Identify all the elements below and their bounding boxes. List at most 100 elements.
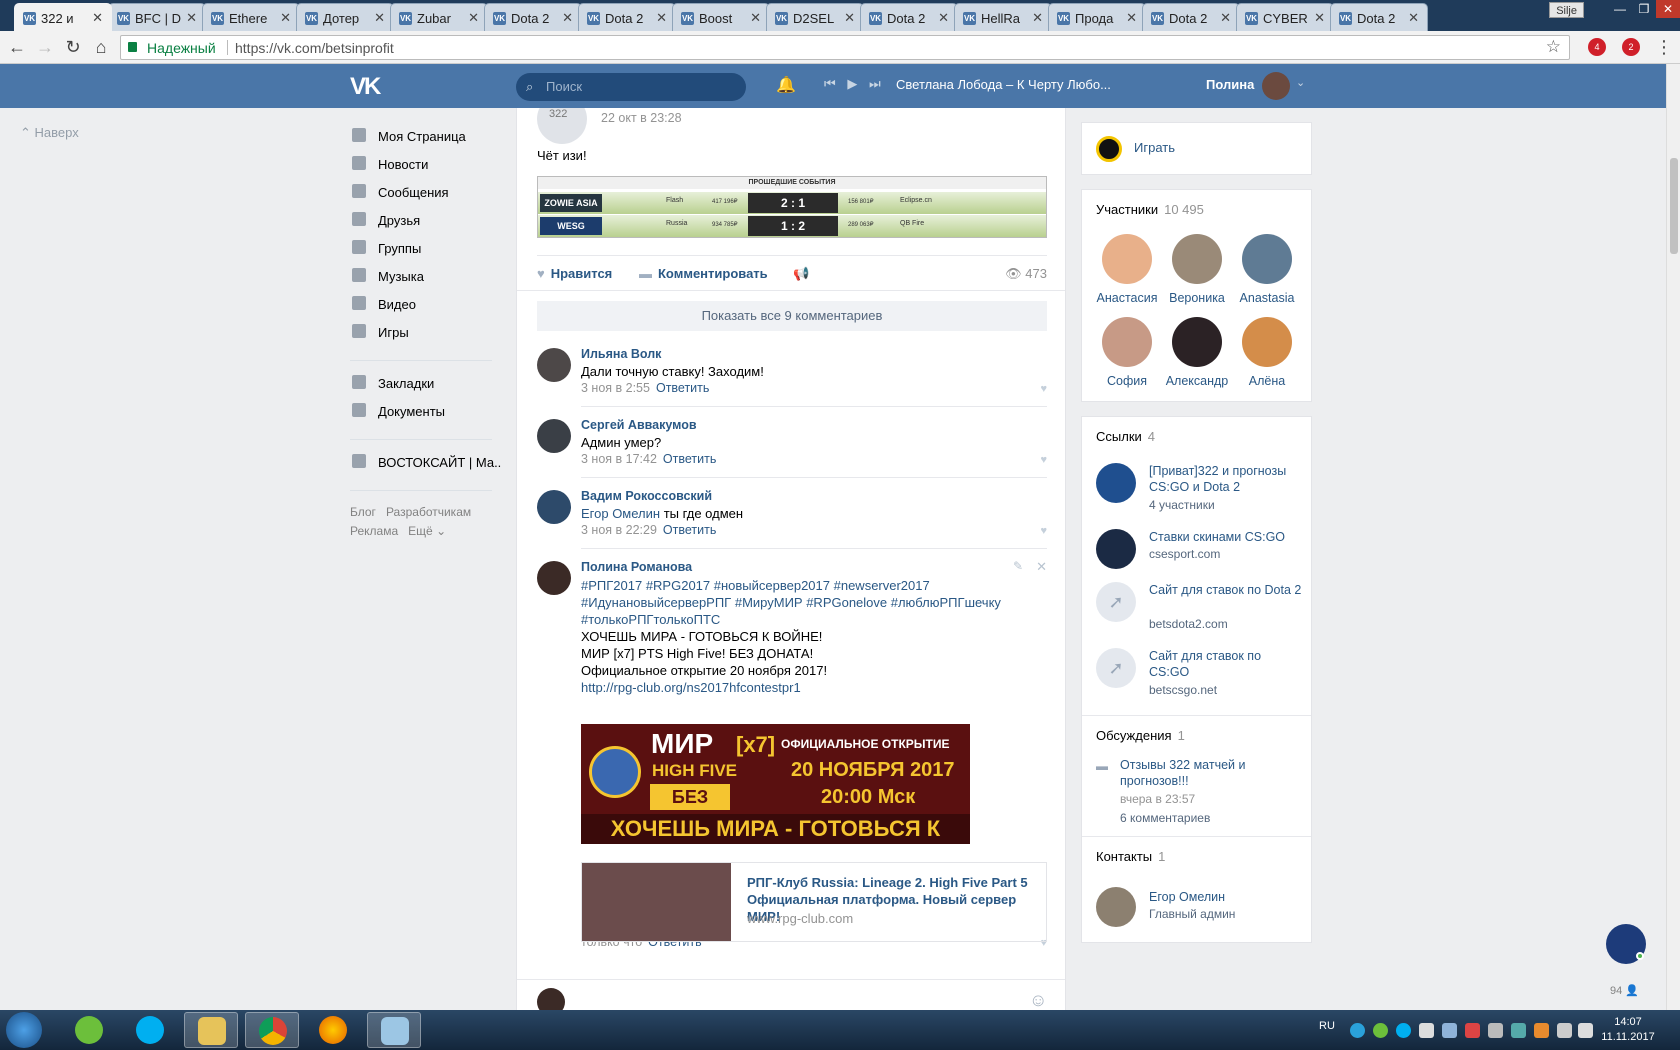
- sidebar-item-groups[interactable]: Группы: [350, 238, 500, 266]
- taskbar-app-notepad[interactable]: [367, 1012, 421, 1048]
- user-avatar[interactable]: [1262, 72, 1290, 100]
- member[interactable]: Алёна: [1232, 317, 1302, 388]
- close-tab-icon[interactable]: ✕: [1314, 10, 1325, 26]
- heart-icon[interactable]: ♥: [1040, 454, 1047, 466]
- reply-button[interactable]: Ответить: [663, 452, 716, 466]
- search-input[interactable]: ⌕ Поиск: [516, 73, 746, 101]
- footer-link-ads[interactable]: Реклама: [350, 524, 398, 538]
- browser-tab[interactable]: VK HellRa ✕: [954, 3, 1052, 31]
- edit-icon[interactable]: ✎: [1013, 559, 1023, 573]
- heart-icon[interactable]: ♥: [1040, 383, 1047, 395]
- home-icon[interactable]: ⌂: [89, 35, 113, 59]
- comment-date[interactable]: 3 ноя в 22:29: [581, 523, 657, 537]
- close-tab-icon[interactable]: ✕: [750, 10, 761, 26]
- system-clock[interactable]: 14:07 11.11.2017: [1598, 1015, 1658, 1045]
- windows-start-button[interactable]: [6, 1012, 42, 1048]
- network-icon[interactable]: [1442, 1023, 1457, 1038]
- comment-date[interactable]: 3 ноя в 2:55: [581, 381, 650, 395]
- sidebar-item-friends[interactable]: Друзья: [350, 210, 500, 238]
- app-tray-icon[interactable]: [1511, 1023, 1526, 1038]
- close-tab-icon[interactable]: ✕: [938, 10, 949, 26]
- close-tab-icon[interactable]: ✕: [1220, 10, 1231, 26]
- hashtags[interactable]: #РПГ2017 #RPG2017 #новыйсервер2017 #news…: [581, 577, 1021, 594]
- app-tray-icon[interactable]: [1534, 1023, 1549, 1038]
- browser-tab[interactable]: VK Dota 2 ✕: [1142, 3, 1240, 31]
- play-app-block[interactable]: Играть: [1081, 122, 1312, 175]
- sidebar-item-documents[interactable]: Документы: [350, 401, 500, 429]
- commenter-avatar[interactable]: [537, 348, 571, 382]
- browser-tab[interactable]: VK Ethere ✕: [202, 3, 300, 31]
- footer-link-developers[interactable]: Разработчикам: [386, 505, 471, 519]
- reply-button[interactable]: Ответить: [663, 523, 716, 537]
- url-text[interactable]: https://vk.com/betsinprofit: [235, 40, 394, 56]
- maximize-icon[interactable]: ❐: [1632, 0, 1656, 18]
- heart-icon[interactable]: ♥: [1040, 525, 1047, 537]
- chevron-down-icon[interactable]: ⌄: [436, 524, 446, 538]
- vk-logo[interactable]: VK: [350, 73, 381, 101]
- browser-tab[interactable]: VK Dota 2 ✕: [860, 3, 958, 31]
- ad-image[interactable]: МИР [x7] ОФИЦИАЛЬНОЕ ОТКРЫТИЕ HIGH FIVE …: [581, 724, 970, 844]
- flag-icon[interactable]: [1419, 1023, 1434, 1038]
- close-icon[interactable]: ✕: [1036, 559, 1047, 575]
- post-date[interactable]: 22 окт в 23:28: [601, 111, 682, 125]
- share-button[interactable]: 📢: [793, 266, 815, 282]
- hashtags[interactable]: #ИдунановыйсерверРПГ #МируМИР #RPGonelov…: [581, 594, 1021, 611]
- telegram-icon[interactable]: [1350, 1023, 1365, 1038]
- address-bar[interactable]: Надежный https://vk.com/betsinprofit ☆: [120, 35, 1570, 60]
- hashtags[interactable]: #толькоРПГтолькоПТС: [581, 611, 1021, 628]
- sidebar-item-music[interactable]: Музыка: [350, 266, 500, 294]
- sidebar-item-games[interactable]: Игры: [350, 322, 500, 350]
- commenter-avatar[interactable]: [537, 419, 571, 453]
- skype-tray-icon[interactable]: [1396, 1023, 1411, 1038]
- browser-tab[interactable]: VK Zubar ✕: [390, 3, 488, 31]
- members-heading[interactable]: Участники 10 495: [1096, 202, 1204, 217]
- next-track-icon[interactable]: ⏭: [869, 76, 881, 91]
- discussion-comments[interactable]: 6 комментариев: [1120, 811, 1210, 825]
- browser-tab[interactable]: VK Boost ✕: [672, 3, 770, 31]
- volume-icon[interactable]: [1488, 1023, 1503, 1038]
- browser-profile-badge[interactable]: Silje: [1549, 2, 1584, 18]
- commenter-avatar[interactable]: [537, 561, 571, 595]
- previous-track-icon[interactable]: ⏮: [824, 76, 836, 91]
- online-count[interactable]: 94 👤: [1610, 984, 1639, 997]
- close-tab-icon[interactable]: ✕: [1032, 10, 1043, 26]
- notifications-bell-icon[interactable]: 🔔: [776, 75, 796, 95]
- sidebar-item-video[interactable]: Видео: [350, 294, 500, 322]
- commenter-name[interactable]: Ильяна Волк: [581, 347, 661, 361]
- commenter-name[interactable]: Сергей Аввакумов: [581, 418, 697, 432]
- sidebar-item-news[interactable]: Новости: [350, 154, 500, 182]
- antivirus-icon[interactable]: [1465, 1023, 1480, 1038]
- browser-tab[interactable]: VK Дотер ✕: [296, 3, 394, 31]
- now-playing-title[interactable]: Светлана Лобода – К Черту Любо...: [896, 77, 1111, 92]
- close-tab-icon[interactable]: ✕: [1126, 10, 1137, 26]
- external-link[interactable]: http://rpg-club.org/ns2017hfcontestpr1: [581, 679, 1021, 696]
- commenter-name[interactable]: Полина Романова: [581, 560, 692, 574]
- post-author-avatar[interactable]: 322: [537, 108, 587, 144]
- sidebar-item-messages[interactable]: Сообщения: [350, 182, 500, 210]
- extension-icon[interactable]: 4: [1588, 38, 1606, 56]
- browser-tab[interactable]: VK Dota 2 ✕: [578, 3, 676, 31]
- close-tab-icon[interactable]: ✕: [186, 10, 197, 26]
- close-tab-icon[interactable]: ✕: [374, 10, 385, 26]
- play-button[interactable]: Играть: [1134, 140, 1175, 155]
- minimize-icon[interactable]: —: [1608, 0, 1632, 18]
- close-window-icon[interactable]: ✕: [1656, 0, 1680, 18]
- taskbar-app-chrome[interactable]: [245, 1012, 299, 1048]
- browser-tab[interactable]: VK Dota 2 ✕: [1330, 3, 1428, 31]
- back-icon[interactable]: ←: [5, 35, 29, 59]
- extension-icon[interactable]: 2: [1622, 38, 1640, 56]
- browser-tab[interactable]: VK Dota 2 ✕: [484, 3, 582, 31]
- utorrent-tray-icon[interactable]: [1373, 1023, 1388, 1038]
- taskbar-app-skype[interactable]: [123, 1012, 177, 1048]
- scrollbar-thumb[interactable]: [1670, 158, 1678, 254]
- commenter-name[interactable]: Вадим Рокоссовский: [581, 489, 712, 503]
- reply-button[interactable]: Ответить: [656, 381, 709, 395]
- bookmark-star-icon[interactable]: ☆: [1546, 37, 1561, 57]
- member[interactable]: Александр: [1162, 317, 1232, 388]
- taskbar-app-explorer[interactable]: [184, 1012, 238, 1048]
- browser-tab[interactable]: VK 322 и ✕: [14, 3, 112, 31]
- taskbar-app-firefox[interactable]: [306, 1012, 360, 1048]
- chevron-down-icon[interactable]: ⌄: [1296, 76, 1305, 89]
- close-tab-icon[interactable]: ✕: [656, 10, 667, 26]
- emoji-icon[interactable]: ☺: [1029, 990, 1047, 1010]
